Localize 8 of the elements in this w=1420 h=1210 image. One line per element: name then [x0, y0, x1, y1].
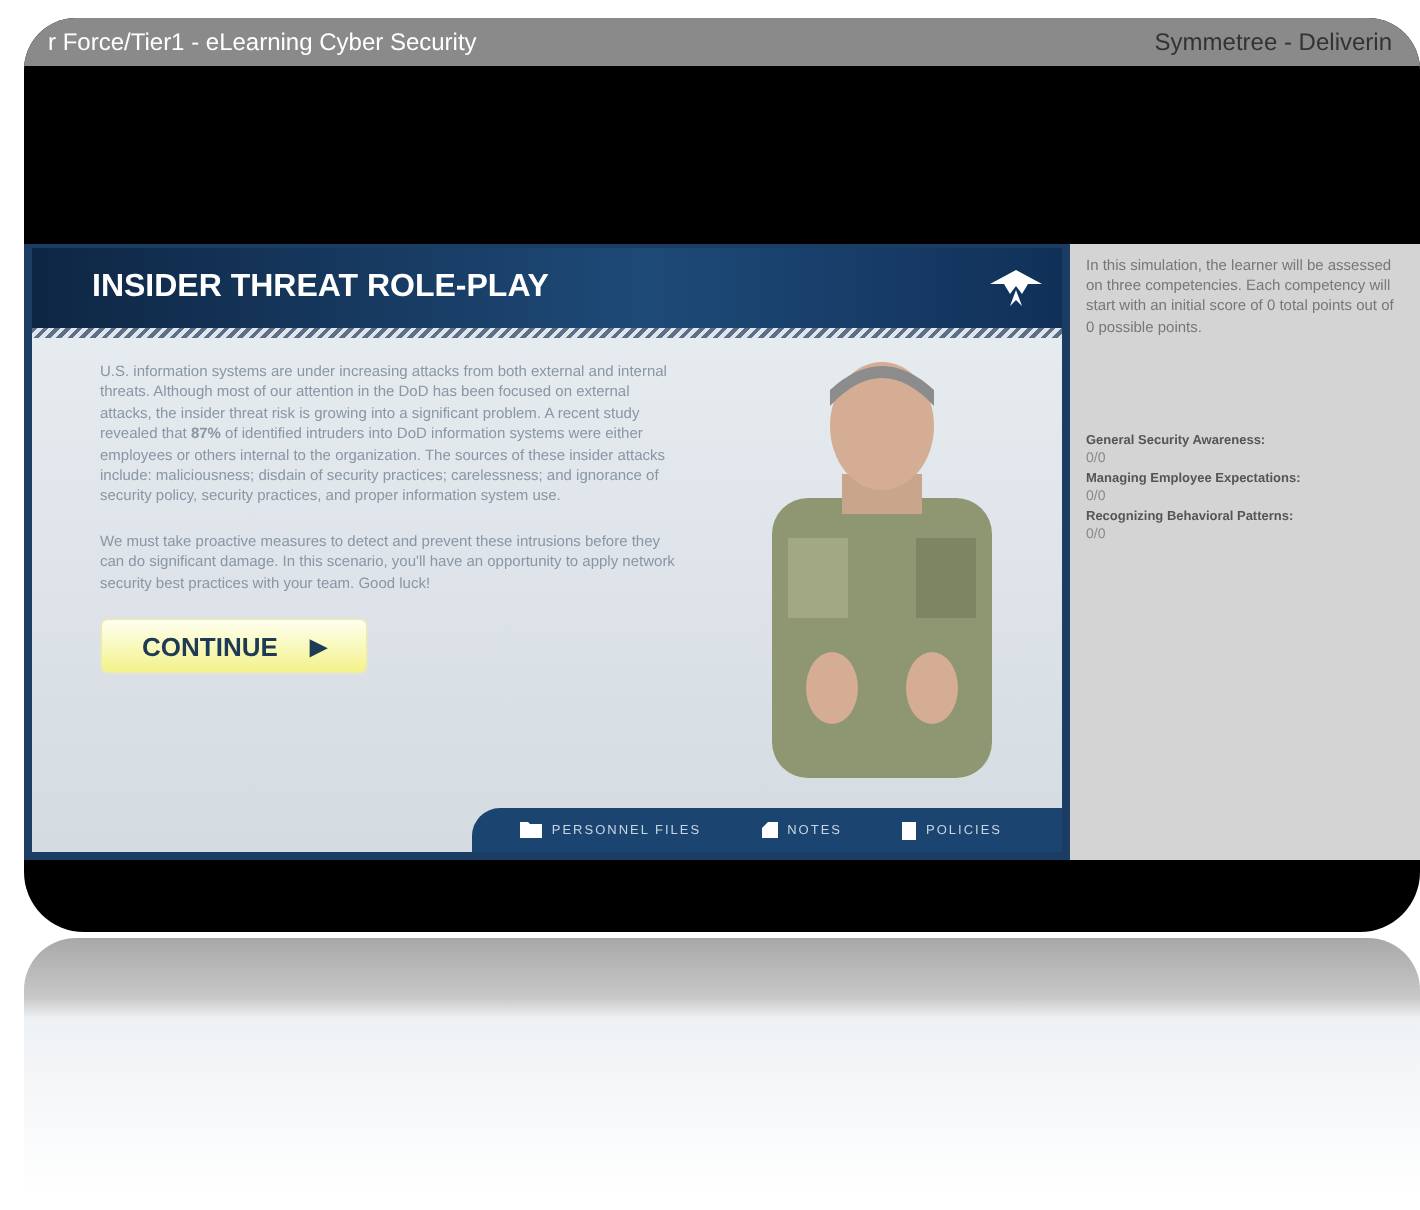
continue-button[interactable]: CONTINUE ▶ — [100, 618, 368, 675]
lesson-title: INSIDER THREAT ROLE-PLAY — [92, 270, 549, 306]
document-icon — [902, 821, 917, 839]
folder-icon — [519, 822, 542, 838]
window-title: Symmetree - Deliverin — [1154, 28, 1392, 56]
window-title: r Force/Tier1 - eLearning Cyber Security — [48, 28, 477, 56]
note-icon — [761, 822, 778, 838]
wings-logo-icon — [986, 266, 1046, 310]
